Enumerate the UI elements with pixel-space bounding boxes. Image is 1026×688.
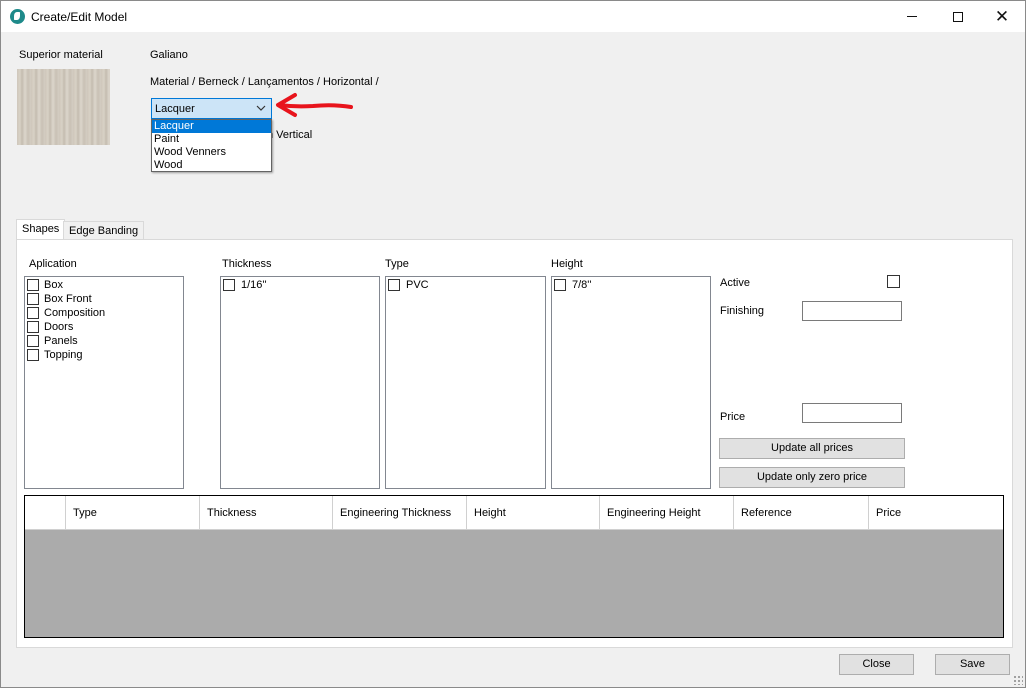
grid-header-cell[interactable]: Engineering Thickness — [333, 496, 467, 530]
aplication-list[interactable]: Box Box Front Composition Doors Panels T… — [24, 276, 184, 489]
item-label: Topping — [44, 349, 83, 361]
close-button[interactable]: Close — [839, 654, 914, 675]
item-label: 1/16'' — [241, 279, 267, 291]
checkbox[interactable] — [27, 335, 39, 347]
models-grid[interactable]: Type Thickness Engineering Thickness Hei… — [24, 495, 1004, 638]
chevron-down-icon — [256, 105, 266, 111]
thickness-label: Thickness — [222, 258, 272, 270]
active-label: Active — [720, 277, 750, 289]
checkbox[interactable] — [27, 349, 39, 361]
type-label: Type — [385, 258, 409, 270]
close-icon: ✕ — [994, 7, 1010, 26]
app-icon — [10, 9, 25, 24]
active-checkbox[interactable] — [887, 275, 900, 288]
aplication-item[interactable]: Doors — [25, 320, 183, 334]
aplication-item[interactable]: Topping — [25, 348, 183, 362]
height-item[interactable]: 7/8'' — [552, 278, 710, 292]
finishing-label: Finishing — [720, 305, 765, 317]
aplication-item[interactable]: Box Front — [25, 292, 183, 306]
minimize-icon — [907, 16, 917, 17]
item-label: Panels — [44, 335, 78, 347]
combobox-value: Lacquer — [155, 103, 195, 115]
item-label: 7/8'' — [572, 279, 592, 291]
grid-header-cell[interactable]: Engineering Height — [600, 496, 734, 530]
minimize-button[interactable] — [889, 1, 935, 32]
material-swatch — [17, 69, 110, 145]
dropdown-option[interactable]: Wood — [152, 159, 271, 172]
item-label: Box Front — [44, 293, 92, 305]
superior-material-label: Superior material — [19, 49, 103, 61]
material-breadcrumb: Material / Berneck / Lançamentos / Horiz… — [150, 76, 379, 88]
window-title: Create/Edit Model — [31, 10, 128, 24]
grid-header-cell[interactable] — [25, 496, 66, 530]
checkbox[interactable] — [27, 279, 39, 291]
resize-grip-icon[interactable] — [1013, 675, 1023, 685]
grid-header-cell[interactable]: Thickness — [200, 496, 333, 530]
type-item[interactable]: PVC — [386, 278, 545, 292]
checkbox[interactable] — [554, 279, 566, 291]
checkbox[interactable] — [27, 307, 39, 319]
title-bar: Create/Edit Model ✕ — [1, 1, 1025, 32]
height-label: Height — [551, 258, 583, 270]
dropdown-option[interactable]: Paint — [152, 133, 271, 146]
dropdown-option[interactable]: Wood Venners — [152, 146, 271, 159]
finish-dropdown-list: Lacquer Paint Wood Venners Wood — [151, 119, 272, 172]
maximize-icon — [953, 11, 963, 22]
grid-header-cell[interactable]: Reference — [734, 496, 869, 530]
height-list[interactable]: 7/8'' — [551, 276, 711, 489]
dropdown-option[interactable]: Lacquer — [152, 120, 271, 133]
item-label: Doors — [44, 321, 74, 333]
update-zero-price-button[interactable]: Update only zero price — [719, 467, 905, 488]
tab-edge-banding[interactable]: Edge Banding — [63, 221, 145, 239]
item-label: PVC — [406, 279, 429, 291]
save-button[interactable]: Save — [935, 654, 1010, 675]
aplication-label: Aplication — [29, 258, 77, 270]
price-label: Price — [720, 411, 746, 423]
aplication-item[interactable]: Panels — [25, 334, 183, 348]
finishing-input[interactable] — [802, 301, 902, 321]
item-label: Composition — [44, 307, 106, 319]
checkbox[interactable] — [27, 321, 39, 333]
aplication-item[interactable]: Box — [25, 278, 183, 292]
thickness-item[interactable]: 1/16'' — [221, 278, 379, 292]
finish-combobox[interactable]: Lacquer — [151, 98, 272, 119]
grid-header-cell[interactable]: Price — [869, 496, 1003, 530]
grid-header-cell[interactable]: Height — [467, 496, 600, 530]
update-all-prices-button[interactable]: Update all prices — [719, 438, 905, 459]
checkbox[interactable] — [388, 279, 400, 291]
close-window-button[interactable]: ✕ — [979, 1, 1025, 32]
vertical-label: n Vertical — [267, 129, 313, 141]
maximize-button[interactable] — [935, 1, 981, 32]
red-arrow-annotation — [276, 93, 353, 117]
thickness-list[interactable]: 1/16'' — [220, 276, 380, 489]
checkbox[interactable] — [223, 279, 235, 291]
aplication-item[interactable]: Composition — [25, 306, 183, 320]
grid-header: Type Thickness Engineering Thickness Hei… — [25, 496, 1003, 530]
grid-header-cell[interactable]: Type — [66, 496, 200, 530]
checkbox[interactable] — [27, 293, 39, 305]
material-name: Galiano — [150, 49, 188, 61]
type-list[interactable]: PVC — [385, 276, 546, 489]
window: Create/Edit Model ✕ Superior material Ga… — [0, 0, 1026, 688]
item-label: Box — [44, 279, 63, 291]
tab-shapes[interactable]: Shapes — [16, 219, 66, 240]
price-input[interactable] — [802, 403, 902, 423]
